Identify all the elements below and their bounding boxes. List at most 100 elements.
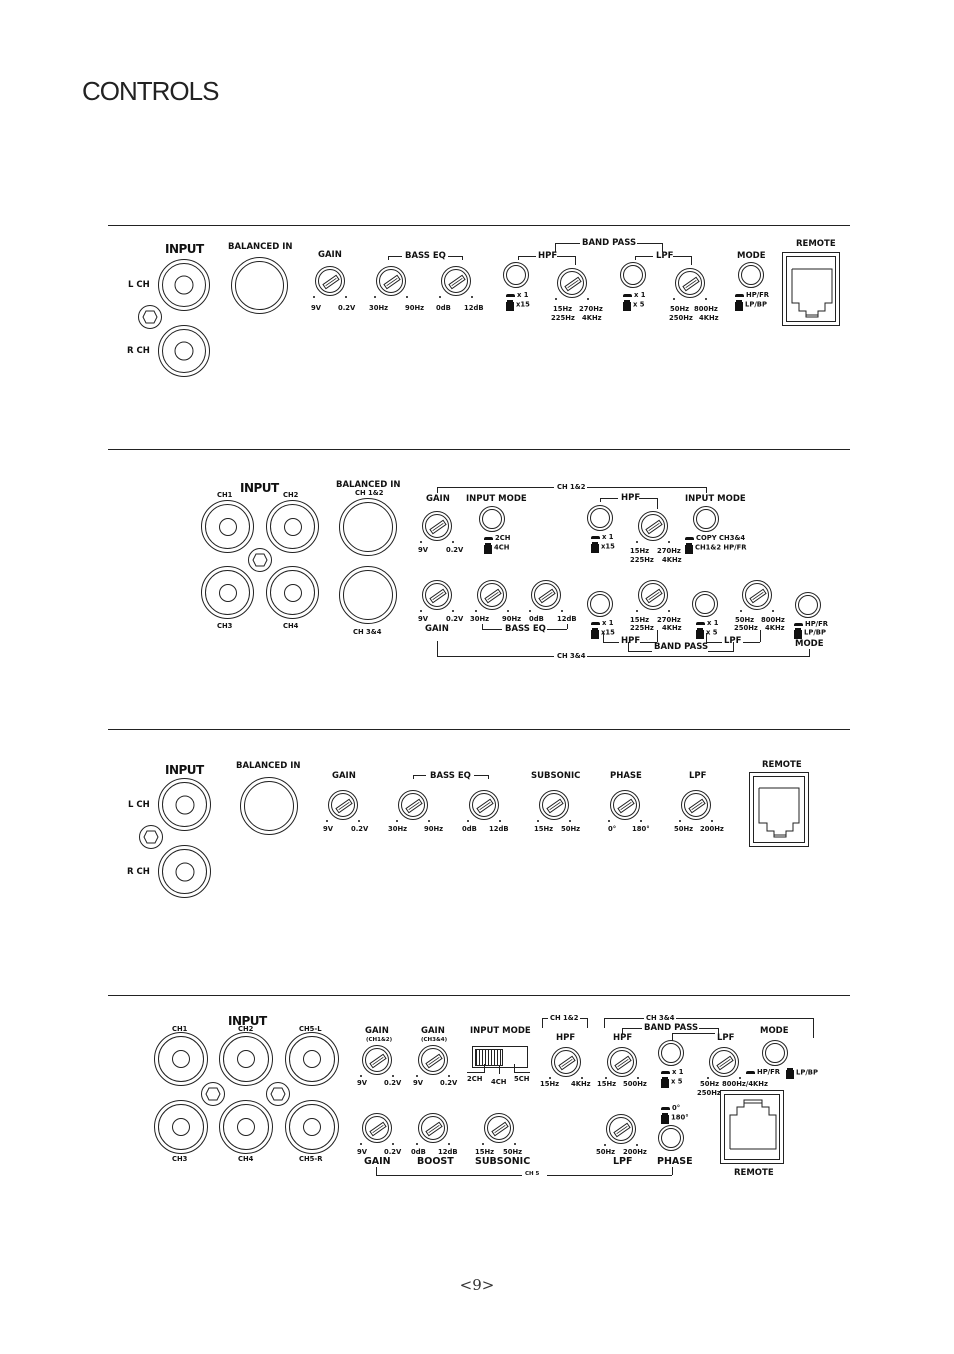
lpf34-multiplier-button[interactable] [658,1040,684,1066]
bracket-line [499,1066,500,1074]
bass-eq-freq-knob[interactable] [374,266,408,298]
ch34-hpf-knob[interactable] [636,580,670,612]
hpf-multiplier-button[interactable] [503,262,529,288]
bass-eq-level-knob[interactable] [439,266,473,298]
bracket-line [672,1167,673,1175]
hpf-knob[interactable] [555,268,589,300]
bracket-line [388,256,402,257]
rca-jack-ch3[interactable] [154,1100,208,1154]
ch34-bass-eq-freq-max: 90Hz [502,615,522,623]
bass-eq-freq-knob[interactable] [396,790,430,822]
lpf-knob[interactable] [673,268,707,300]
ch12-hpf-max-x15: 4KHz [662,556,682,564]
rca-jack-ch2[interactable] [219,1032,273,1086]
rca-jack-ch5r[interactable] [285,1100,339,1154]
ch12-hpf-multiplier-button[interactable] [587,505,613,531]
ch12-group-label: CH 1&2 [557,483,586,491]
mode-button[interactable] [738,262,764,288]
gain-knob[interactable] [313,266,347,298]
hpf12-label: HPF [556,1033,576,1043]
subsonic-label: SUBSONIC [475,1156,531,1167]
balanced-in-jack[interactable] [231,257,288,314]
bass-eq-freq-min: 30Hz [388,825,408,833]
ch12-hpf-sw-up: x 1 [591,533,613,541]
bass-eq-level-min: 0dB [462,825,477,833]
bracket-line [567,624,568,629]
ch34-mode-button[interactable] [795,592,821,618]
balanced-in-jack[interactable] [240,777,298,835]
ch34-gain-knob[interactable] [420,580,454,612]
ch34-bass-eq-level-knob[interactable] [529,580,563,612]
ch12-gain-max: 0.2V [446,546,464,554]
rca-jack-ch1[interactable] [154,1032,208,1086]
boost-knob[interactable] [416,1113,450,1145]
input-mode-2-button[interactable] [693,506,719,532]
lpf-knob[interactable] [679,790,713,822]
lpf-max-x5: 4KHz [699,314,719,322]
rca-jack-r[interactable] [158,325,210,377]
ch12-hpf-knob[interactable] [636,511,670,543]
gain-knob[interactable] [326,790,360,822]
rca-jack-ch4[interactable] [219,1100,273,1154]
rca-jack-ch5l[interactable] [285,1032,339,1086]
remote-port[interactable] [749,772,809,847]
lpf34-knob[interactable] [707,1047,741,1079]
subsonic-knob[interactable] [482,1113,516,1145]
bracket-line [604,1018,605,1028]
ch34-hpf-multiplier-button[interactable] [587,591,613,617]
bracket-line [635,256,636,260]
ch34-lpf-knob[interactable] [740,580,774,612]
rca-jack-l[interactable] [158,778,211,831]
bracket-line [622,1028,642,1029]
ch34-bass-eq-freq-knob[interactable] [475,580,509,612]
hpf12-knob[interactable] [549,1047,583,1079]
ch34-group-label: CH 3&4 [646,1014,675,1022]
bracket-line [388,256,389,260]
hpf-sw-down: x15 [506,300,530,309]
phase-button[interactable] [658,1125,684,1151]
ch34-mode-sw-down: LP/BP [794,628,826,637]
remote-port[interactable] [782,252,840,326]
ch12-gain-knob[interactable] [420,511,454,543]
bracket-line [547,1175,672,1176]
bass-eq-level-knob[interactable] [467,790,501,822]
lpf-multiplier-button[interactable] [620,262,646,288]
rca-jack-r[interactable] [158,845,211,898]
ch34-mode-sw-up: HP/FR [794,620,828,628]
phase-sw-up: 0° [661,1104,680,1112]
subsonic-knob[interactable] [537,790,571,822]
lpf5-knob[interactable] [604,1114,638,1146]
input-mode-2-sw-up: COPY CH3&4 [685,534,745,542]
bracket-line [708,651,733,652]
rca-jack-l[interactable] [158,259,210,311]
remote-port[interactable] [720,1090,784,1164]
input-mode-4ch: 4CH [491,1078,507,1086]
balanced-in-ch12[interactable] [339,498,397,556]
gain-max: 0.2V [338,304,356,312]
balanced-in-ch34[interactable] [339,566,397,624]
phase-knob[interactable] [608,790,642,822]
hpf34-knob[interactable] [605,1047,639,1079]
rca-jack-ch4[interactable] [266,566,319,619]
bracket-line [691,256,692,265]
bracket-line [542,1018,543,1028]
gain5-knob[interactable] [360,1113,394,1145]
ground-screw [139,825,163,849]
input-mode-slide-switch[interactable] [472,1046,528,1068]
lpf34-min: 50Hz [700,1080,720,1088]
bracket-line [542,1018,548,1019]
rca-jack-ch2[interactable] [266,500,319,553]
rca-jack-ch1[interactable] [201,500,254,553]
ch34-lpf-multiplier-button[interactable] [692,591,718,617]
gain12-knob[interactable] [360,1045,394,1077]
bracket-line [743,642,760,643]
hpf-sw-up: x 1 [506,291,528,299]
r-ch-label: R CH [127,346,150,356]
gain34-knob[interactable] [416,1045,450,1077]
gain34-sub: (CH3&4) [421,1037,448,1043]
mode-button[interactable] [762,1040,788,1066]
bracket-line [518,256,536,257]
rca-jack-ch3[interactable] [201,566,254,619]
subsonic-max: 50Hz [561,825,581,833]
input-mode-button[interactable] [479,506,505,532]
